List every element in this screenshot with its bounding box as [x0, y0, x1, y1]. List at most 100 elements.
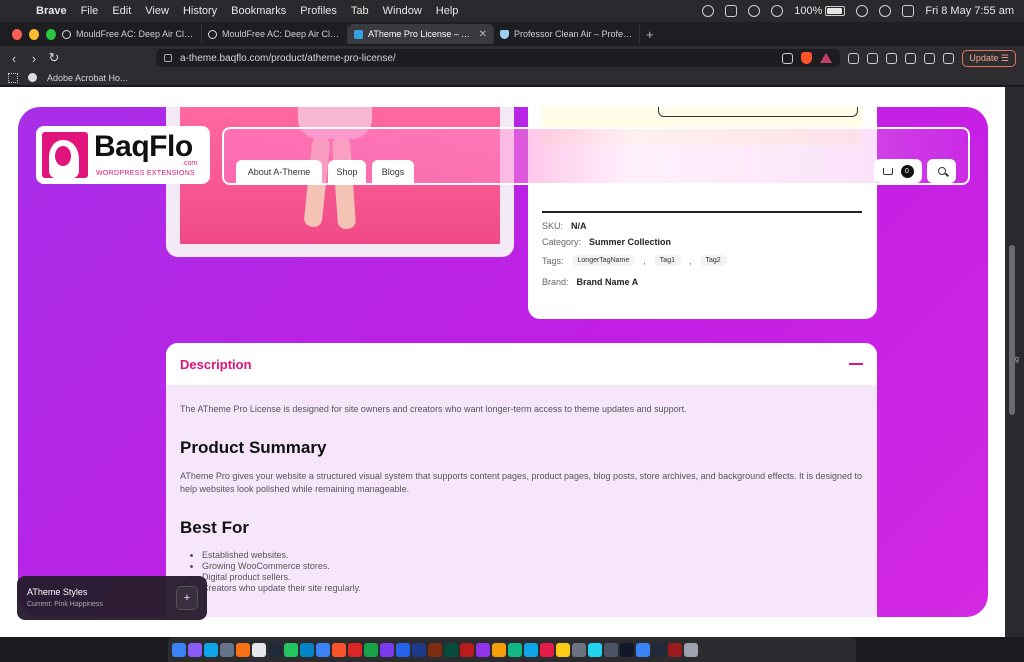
tag-link[interactable]: LongerTagName	[571, 255, 636, 266]
finder-icon[interactable]	[172, 642, 186, 657]
wifi-icon[interactable]	[856, 5, 869, 17]
description-header[interactable]: Description	[166, 343, 877, 385]
tab-professor-clean-air[interactable]: Professor Clean Air – Professor Clean	[494, 24, 640, 44]
menu-profiles[interactable]: Profiles	[300, 5, 337, 17]
nav-blogs[interactable]: Blogs	[372, 160, 414, 184]
tab-favicon	[62, 29, 71, 39]
brave-icon[interactable]	[332, 642, 346, 657]
status-icon[interactable]	[725, 5, 738, 17]
app-icon[interactable]	[540, 642, 554, 657]
app-icon[interactable]	[236, 642, 250, 657]
sidebar-icon[interactable]	[886, 52, 898, 64]
battery-icon	[825, 6, 846, 16]
photoshop-icon[interactable]	[412, 642, 426, 657]
brave-rewards-icon[interactable]	[820, 53, 833, 63]
minimize-window-button[interactable]	[29, 28, 39, 40]
tag-link[interactable]: Tag1	[653, 255, 681, 266]
cart-button[interactable]: 0	[874, 159, 922, 183]
close-tab-icon[interactable]: ✕	[479, 29, 487, 40]
nav-about-a-theme[interactable]: About A-Theme	[236, 160, 322, 184]
app-icon[interactable]	[268, 642, 282, 657]
app-icon[interactable]	[380, 642, 394, 657]
bookmark-acrobat[interactable]: Adobe Acrobat Ho...	[47, 73, 128, 83]
logo-wordmark: BaqFlo	[94, 130, 193, 163]
brand-link[interactable]: Brand Name A	[577, 277, 639, 287]
menu-edit[interactable]: Edit	[112, 5, 131, 17]
app-icon[interactable]	[492, 642, 506, 657]
control-center-icon[interactable]	[902, 5, 915, 17]
trash-icon[interactable]	[684, 642, 698, 657]
leo-icon[interactable]	[924, 52, 936, 64]
app-icon[interactable]	[652, 642, 666, 657]
vpn-icon[interactable]	[943, 52, 955, 64]
quantity-box[interactable]	[658, 107, 858, 117]
search-icon[interactable]	[879, 5, 892, 17]
address-bar[interactable]: a-theme.baqflo.com/product/atheme-pro-li…	[156, 49, 841, 67]
nav-shop[interactable]: Shop	[328, 160, 366, 184]
page-viewport: SKU: N/A Category: Summer Collection Tag…	[0, 87, 1005, 637]
menu-history[interactable]: History	[183, 5, 217, 17]
terminal-icon[interactable]	[620, 642, 634, 657]
forward-icon[interactable]: ›	[28, 51, 40, 66]
tab-mouldfree-2[interactable]: MouldFree AC: Deep Air Cleaning	[202, 24, 348, 44]
battery-indicator[interactable]: 100%	[794, 5, 846, 17]
site-logo[interactable]: BaqFlo .com WORDPRESS EXTENSIONS	[36, 126, 210, 184]
scrollbar-thumb[interactable]	[1009, 245, 1015, 415]
update-button[interactable]: Update ☰	[962, 49, 1016, 67]
app-icon[interactable]	[476, 642, 490, 657]
brand-row: Brand: Brand Name A	[542, 277, 639, 287]
app-icon[interactable]	[508, 642, 522, 657]
notes-icon[interactable]	[556, 642, 570, 657]
tag-link[interactable]: Tag2	[699, 255, 727, 266]
back-icon[interactable]: ‹	[8, 51, 20, 66]
zoom-window-button[interactable]	[46, 28, 56, 40]
extension-icon[interactable]	[867, 52, 879, 64]
safari-icon[interactable]	[300, 642, 314, 657]
app-icon[interactable]	[524, 642, 538, 657]
menubar-clock[interactable]: Fri 8 May 7:55 am	[925, 5, 1014, 17]
settings-icon[interactable]	[220, 642, 234, 657]
site-search-button[interactable]	[927, 159, 956, 183]
tab-mouldfree-1[interactable]: MouldFree AC: Deep Air Cleaning	[56, 24, 202, 44]
app-store-icon[interactable]	[204, 642, 218, 657]
menu-view[interactable]: View	[145, 5, 169, 17]
apps-grid-icon[interactable]	[8, 72, 18, 83]
app-icon[interactable]	[348, 642, 362, 657]
status-icon[interactable]	[702, 5, 715, 17]
site-info-icon[interactable]	[164, 54, 172, 62]
close-window-button[interactable]	[12, 28, 22, 40]
menu-bookmarks[interactable]: Bookmarks	[231, 5, 286, 17]
styles-add-button[interactable]: +	[176, 586, 198, 610]
app-icon[interactable]	[316, 642, 330, 657]
status-icon[interactable]	[748, 5, 761, 17]
menu-file[interactable]: File	[81, 5, 99, 17]
menu-tab[interactable]: Tab	[351, 5, 369, 17]
collapse-icon[interactable]	[849, 363, 863, 365]
new-tab-button[interactable]: +	[646, 27, 654, 42]
extensions-icon[interactable]	[848, 52, 860, 64]
acrobat-icon[interactable]	[460, 642, 474, 657]
description-body: The ATheme Pro License is designed for s…	[166, 385, 877, 612]
dreamweaver-icon[interactable]	[444, 642, 458, 657]
app-icon[interactable]	[604, 642, 618, 657]
illustrator-icon[interactable]	[428, 642, 442, 657]
app-icon[interactable]	[572, 642, 586, 657]
launchpad-icon[interactable]	[188, 642, 202, 657]
menu-window[interactable]: Window	[383, 5, 422, 17]
menu-help[interactable]: Help	[436, 5, 459, 17]
app-icon[interactable]	[252, 642, 266, 657]
app-icon[interactable]	[364, 642, 378, 657]
tab-atheme-license[interactable]: ATheme Pro License – A-Theme ✕	[348, 24, 494, 44]
reload-icon[interactable]: ↻	[48, 50, 60, 66]
app-icon[interactable]	[588, 642, 602, 657]
category-link[interactable]: Summer Collection	[589, 237, 671, 247]
play-icon[interactable]	[771, 5, 784, 17]
wallet-icon[interactable]	[905, 52, 917, 64]
app-icon[interactable]	[636, 642, 650, 657]
brave-shields-icon[interactable]	[801, 52, 813, 64]
chrome-icon[interactable]	[284, 642, 298, 657]
app-icon[interactable]	[396, 642, 410, 657]
menu-app[interactable]: Brave	[36, 5, 67, 17]
app-icon[interactable]	[668, 642, 682, 657]
share-icon[interactable]	[782, 52, 794, 64]
